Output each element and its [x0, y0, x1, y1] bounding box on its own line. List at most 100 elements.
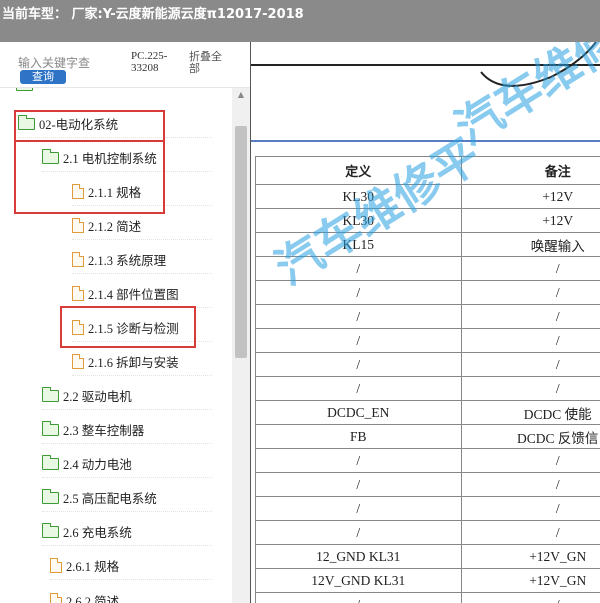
table-row: //: [255, 256, 600, 281]
table-row: 12_GND KL31 +12V_GN: [255, 544, 600, 569]
table-cell-definition: /: [255, 472, 462, 497]
tree-item-battery[interactable]: 2.4 动力电池: [42, 450, 212, 478]
table-row: //: [255, 472, 600, 497]
table-row: 12V_GND KL31 +12V_GN: [255, 568, 600, 593]
navigation-tree: 02-电动化系统 2.1 电机控制系统 2.1.1 规格 2.1.2 简述 2.…: [0, 88, 232, 603]
table-cell-remark: /: [460, 256, 600, 281]
table-cell-remark: +12V: [460, 208, 600, 233]
table-cell-definition: /: [255, 328, 462, 353]
search-button[interactable]: 查询: [20, 70, 66, 84]
tree-item-label: 2.1.6 拆卸与安装: [88, 356, 179, 370]
table-cell-remark: /: [460, 280, 600, 305]
table-row: FB DCDC 反馈信: [255, 424, 600, 449]
table-row: //: [255, 520, 600, 545]
table-top-border: [251, 140, 600, 142]
table-row: //: [255, 328, 600, 353]
search-bar: 查询 PC.225- 33208 折叠全 部: [0, 42, 250, 88]
table-cell-definition: /: [255, 592, 462, 603]
table-row: //: [255, 376, 600, 401]
highlight-motor-control: [14, 142, 165, 214]
tree-item-component-location[interactable]: 2.1.4 部件位置图: [72, 280, 212, 308]
table-cell-definition: KL30: [255, 184, 462, 209]
table-cell-definition: FB: [255, 424, 462, 449]
tree-item-vehicle-controller[interactable]: 2.3 整车控制器: [42, 416, 212, 444]
scroll-up-icon[interactable]: ▲: [232, 88, 250, 102]
tree-item-removal-install[interactable]: 2.1.6 拆卸与安装: [72, 348, 212, 376]
table-cell-definition: KL30: [255, 208, 462, 233]
table-cell-definition: 12_GND KL31: [255, 544, 462, 569]
tree-item-overview[interactable]: 2.1.2 简述: [72, 212, 212, 240]
table-cell-definition: /: [255, 280, 462, 305]
tree-item-hv-distribution[interactable]: 2.5 高压配电系统: [42, 484, 212, 512]
tree-item-label: 2.2 驱动电机: [63, 390, 132, 404]
model-code-line1: PC.225-: [131, 50, 168, 62]
folder-icon: [42, 488, 59, 504]
document-viewer: 定义 备注 KL30 +12V KL30 +12V KL15 唤醒输入 / / / / / / / / / /…: [250, 42, 600, 603]
tree-item-label: 2.4 动力电池: [63, 458, 132, 472]
tree-item-system-principle[interactable]: 2.1.3 系统原理: [72, 246, 212, 274]
folder-open-icon: [42, 522, 59, 538]
table-cell-remark: /: [460, 352, 600, 377]
table-cell-definition: /: [255, 256, 462, 281]
table-row: DCDC_EN DCDC 使能: [255, 400, 600, 425]
tree-item-label: 2.3 整车控制器: [63, 424, 145, 438]
table-cell-remark: 唤醒输入: [460, 232, 600, 257]
highlight-diagnosis: [60, 306, 196, 348]
table-cell-remark: /: [460, 448, 600, 473]
table-row: //: [255, 496, 600, 521]
table-cell-remark: /: [460, 472, 600, 497]
folder-icon: [42, 386, 59, 402]
left-panel: 查询 PC.225- 33208 折叠全 部 02-电动化系统 2.1 电机控制…: [0, 42, 250, 603]
table-row: //: [255, 280, 600, 305]
table-cell-definition: /: [255, 448, 462, 473]
document-icon: [72, 286, 84, 301]
collapse-all-link[interactable]: 折叠全 部: [189, 51, 222, 75]
table-cell-definition: KL15: [255, 232, 462, 257]
tree-item-label: 2.5 高压配电系统: [63, 492, 157, 506]
tree-item-charging-spec[interactable]: 2.6.1 规格: [50, 552, 212, 580]
table-row: //: [255, 304, 600, 329]
title-bar: 当前车型： 厂家:Y-云度新能源云度π12017-2018: [0, 0, 600, 42]
tree-item-label: 2.6.1 规格: [66, 560, 120, 574]
scroll-thumb[interactable]: [235, 126, 247, 358]
tree-item-drive-motor[interactable]: 2.2 驱动电机: [42, 382, 212, 410]
table-row: KL30 +12V: [255, 184, 600, 209]
diagram-fragment: [480, 42, 597, 87]
tree-item-label: 2.6.2 简述: [66, 594, 120, 603]
column-header-remark: 备注: [460, 156, 600, 185]
table-cell-remark: +12V_GN: [460, 544, 600, 569]
table-header-row: 定义 备注: [255, 156, 600, 185]
table-cell-remark: DCDC 使能: [460, 400, 600, 425]
diagram-line: [251, 64, 600, 66]
highlight-electrification: [14, 110, 165, 142]
tree-scrollbar[interactable]: ▲: [232, 88, 250, 603]
document-icon: [72, 218, 84, 233]
folder-icon: [16, 88, 33, 91]
model-code-label: PC.225- 33208: [131, 50, 167, 74]
table-cell-remark: DCDC 反馈信: [460, 424, 600, 449]
table-cell-remark: /: [460, 304, 600, 329]
tree-item-label: 2.1.2 简述: [88, 220, 142, 234]
table-cell-definition: 12V_GND KL31: [255, 568, 462, 593]
table-row: //: [255, 448, 600, 473]
model-code-line2: 33208: [131, 62, 159, 74]
table-cell-definition: DCDC_EN: [255, 400, 462, 425]
tree-item-label: 2.1.4 部件位置图: [88, 288, 179, 302]
tree-item-charging-overview[interactable]: 2.6.2 简述: [50, 586, 212, 603]
table-cell-remark: +12V: [460, 184, 600, 209]
table-cell-remark: /: [460, 328, 600, 353]
table-cell-definition: /: [255, 520, 462, 545]
tree-item-label: 2.1.3 系统原理: [88, 254, 167, 268]
tree-item[interactable]: [16, 88, 216, 99]
document-icon: [50, 592, 62, 603]
pin-definition-table: 定义 备注 KL30 +12V KL30 +12V KL15 唤醒输入 / / / / / / / / / /…: [255, 156, 600, 603]
table-cell-definition: /: [255, 304, 462, 329]
document-icon: [72, 252, 84, 267]
column-header-definition: 定义: [255, 156, 462, 185]
document-icon: [72, 354, 84, 369]
table-cell-remark: +12V_GN: [460, 568, 600, 593]
document-icon: [50, 558, 62, 573]
table-cell-definition: /: [255, 376, 462, 401]
table-cell-definition: /: [255, 352, 462, 377]
tree-item-charging[interactable]: 2.6 充电系统: [42, 518, 212, 546]
